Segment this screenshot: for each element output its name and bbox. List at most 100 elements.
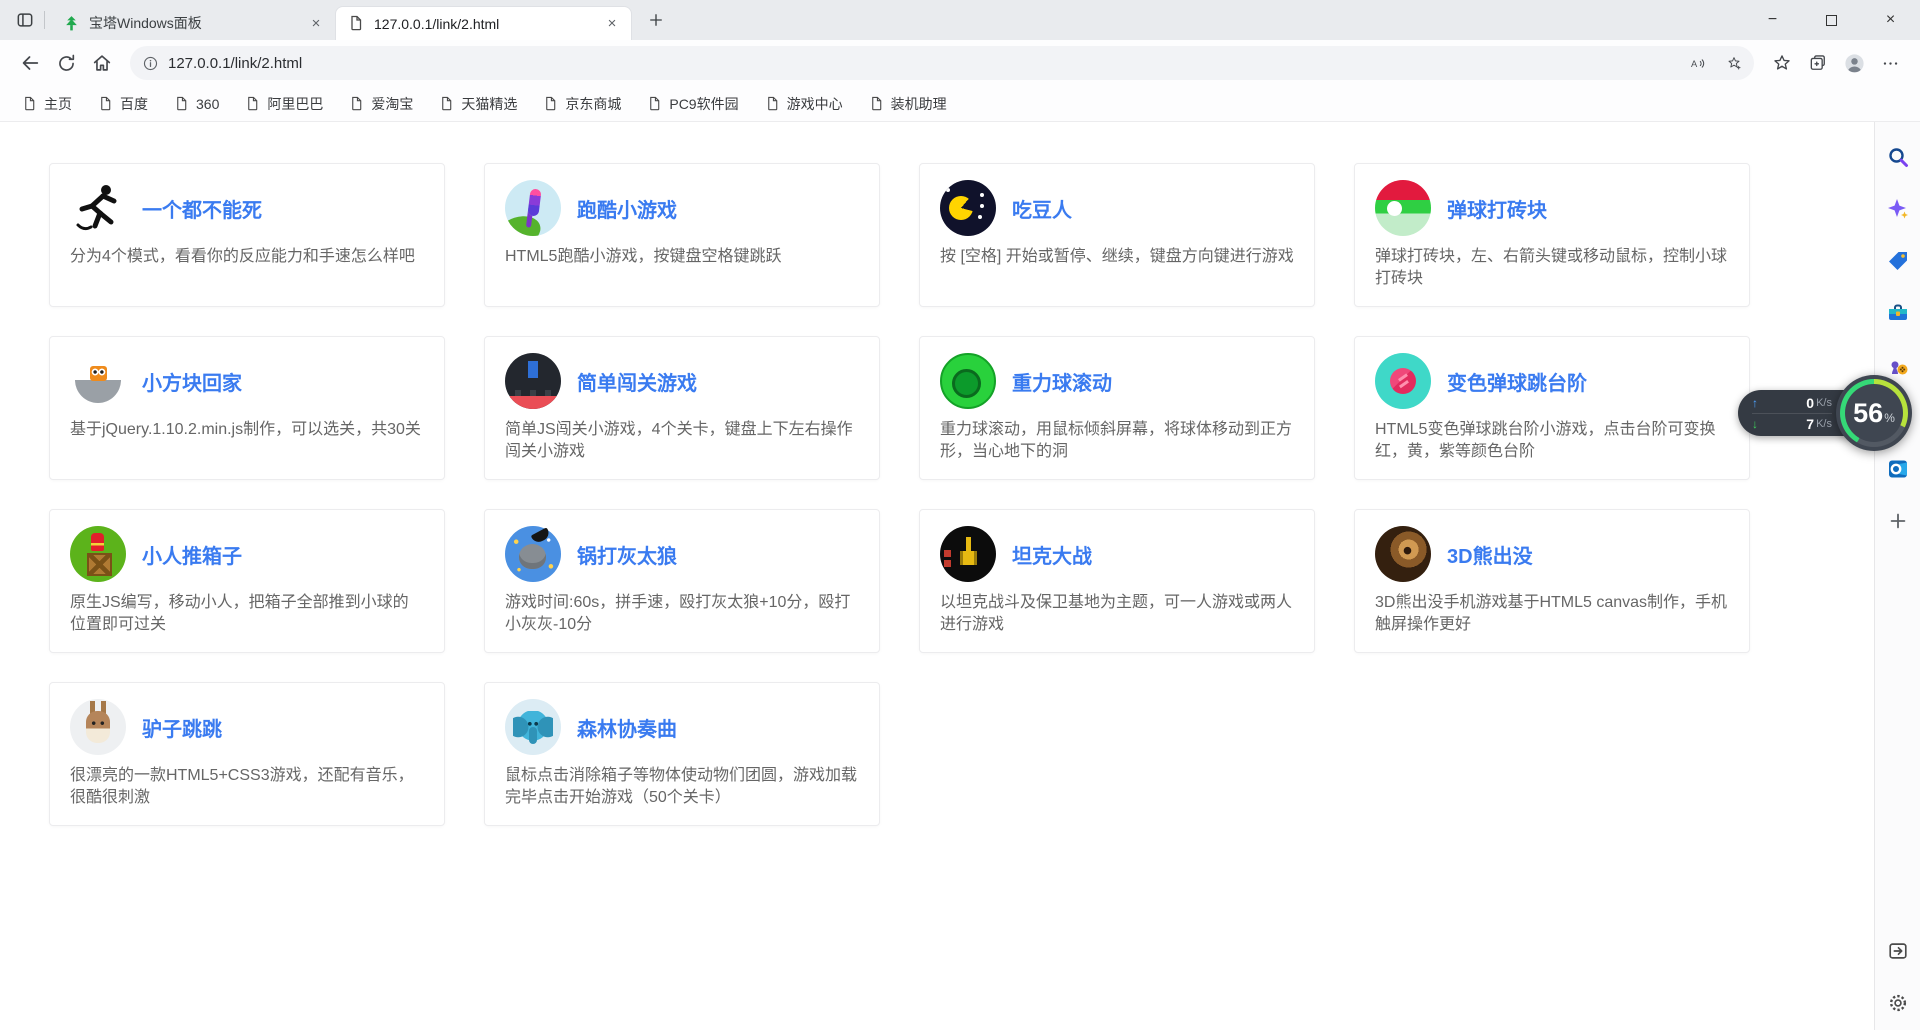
game-title-link[interactable]: 3D熊出没 bbox=[1447, 540, 1533, 569]
bookmark-label: 爱淘宝 bbox=[371, 94, 413, 114]
game-title-link[interactable]: 小人推箱子 bbox=[142, 540, 242, 569]
close-button[interactable]: × bbox=[1861, 0, 1920, 40]
game-description: HTML5跑酷小游戏，按键盘空格键跳跃 bbox=[505, 246, 859, 268]
game-description: 弹球打砖块，左、右箭头键或移动鼠标，控制小球打砖块 bbox=[1375, 246, 1729, 290]
sokoban-icon bbox=[70, 526, 126, 582]
block-home-icon bbox=[70, 353, 126, 409]
url-text[interactable]: 127.0.0.1/link/2.html bbox=[168, 55, 1674, 72]
sidebar-outlook-icon[interactable] bbox=[1885, 456, 1911, 482]
bookmark-item[interactable]: 主页 bbox=[14, 90, 80, 118]
bookmark-item[interactable]: 阿里巴巴 bbox=[237, 90, 331, 118]
download-value: 7 bbox=[1806, 416, 1814, 432]
maximize-icon bbox=[1826, 15, 1837, 26]
speed-monitor-widget[interactable]: ↑ 0 K/s ↓ 7 K/s 56 % bbox=[1738, 375, 1912, 451]
elephant-icon bbox=[505, 699, 561, 755]
game-title-link[interactable]: 吃豆人 bbox=[1012, 194, 1072, 223]
download-arrow-icon: ↓ bbox=[1752, 417, 1766, 431]
game-card: 3D熊出没 3D熊出没手机游戏基于HTML5 canvas制作，手机触屏操作更好 bbox=[1354, 509, 1750, 653]
bookmark-item[interactable]: 360 bbox=[166, 92, 227, 116]
profile-avatar[interactable] bbox=[1836, 45, 1872, 81]
bookmark-item[interactable]: 京东商城 bbox=[535, 90, 629, 118]
bookmark-item[interactable]: PC9软件园 bbox=[639, 90, 746, 118]
read-aloud-icon[interactable]: A bbox=[1683, 49, 1711, 77]
tab-close-icon[interactable]: × bbox=[307, 14, 325, 32]
level-game-icon bbox=[505, 353, 561, 409]
bookmark-label: 天猫精选 bbox=[461, 94, 517, 114]
home-button[interactable] bbox=[84, 45, 120, 81]
game-title-link[interactable]: 森林协奏曲 bbox=[577, 713, 677, 742]
bookmark-item[interactable]: 天猫精选 bbox=[431, 90, 525, 118]
tab-bt-panel[interactable]: 宝塔Windows面板 × bbox=[51, 6, 335, 40]
collections-icon[interactable] bbox=[1800, 45, 1836, 81]
game-title-link[interactable]: 跑酷小游戏 bbox=[577, 194, 677, 223]
minimize-button[interactable]: − bbox=[1743, 0, 1802, 40]
tab-title: 宝塔Windows面板 bbox=[89, 13, 298, 33]
upload-speed-row: ↑ 0 K/s bbox=[1752, 392, 1832, 413]
sidebar-toolbox-icon[interactable] bbox=[1885, 300, 1911, 326]
bookmark-label: 阿里巴巴 bbox=[267, 94, 323, 114]
upload-unit: K/s bbox=[1816, 397, 1832, 409]
wolf-icon bbox=[505, 526, 561, 582]
edge-sidebar bbox=[1874, 122, 1920, 1030]
bookmark-item[interactable]: 百度 bbox=[90, 90, 156, 118]
bookmark-label: PC9软件园 bbox=[669, 94, 738, 114]
bookmark-item[interactable]: 游戏中心 bbox=[757, 90, 851, 118]
upload-arrow-icon: ↑ bbox=[1752, 396, 1766, 410]
game-description: 重力球滚动，用鼠标倾斜屏幕，将球体移动到正方形，当心地下的洞 bbox=[940, 419, 1294, 463]
svg-text:A: A bbox=[1691, 58, 1698, 68]
game-card: 小人推箱子 原生JS编写，移动小人，把箱子全部推到小球的位置即可过关 bbox=[49, 509, 445, 653]
tab-link-page[interactable]: 127.0.0.1/link/2.html × bbox=[335, 6, 632, 40]
game-title-link[interactable]: 简单闯关游戏 bbox=[577, 367, 697, 396]
game-title-link[interactable]: 小方块回家 bbox=[142, 367, 242, 396]
window-controls: − × bbox=[1743, 0, 1920, 40]
add-favorite-star-icon[interactable] bbox=[1720, 49, 1748, 77]
bookmark-label: 游戏中心 bbox=[787, 94, 843, 114]
game-title-link[interactable]: 一个都不能死 bbox=[142, 194, 262, 223]
game-card: 跑酷小游戏 HTML5跑酷小游戏，按键盘空格键跳跃 bbox=[484, 163, 880, 307]
game-card: 吃豆人 按 [空格] 开始或暂停、继续，键盘方向键进行游戏 bbox=[919, 163, 1315, 307]
parkour-icon bbox=[505, 180, 561, 236]
game-title-link[interactable]: 坦克大战 bbox=[1012, 540, 1092, 569]
game-card: 简单闯关游戏 简单JS闯关小游戏，4个关卡，键盘上下左右操作闯关小游戏 bbox=[484, 336, 880, 480]
favorites-icon[interactable] bbox=[1764, 45, 1800, 81]
maximize-button[interactable] bbox=[1802, 0, 1861, 40]
bookmark-label: 京东商城 bbox=[565, 94, 621, 114]
sidebar-search-icon[interactable] bbox=[1885, 144, 1911, 170]
new-tab-button[interactable] bbox=[640, 4, 672, 36]
download-speed-row: ↓ 7 K/s bbox=[1752, 413, 1832, 434]
refresh-button[interactable] bbox=[48, 45, 84, 81]
sidebar-add-icon[interactable] bbox=[1885, 508, 1911, 534]
runner-icon bbox=[70, 180, 126, 236]
navigation-bar: 127.0.0.1/link/2.html A bbox=[0, 40, 1920, 86]
open-sidebar-panel-icon[interactable] bbox=[1885, 938, 1911, 964]
game-description: 以坦克战斗及保卫基地为主题，可一人游戏或两人进行游戏 bbox=[940, 592, 1294, 636]
page-content: 一个都不能死 分为4个模式，看看你的反应能力和手速怎么样吧 跑酷小游戏 HTML… bbox=[0, 122, 1920, 1030]
bookmark-label: 百度 bbox=[120, 94, 148, 114]
bear-3d-icon bbox=[1375, 526, 1431, 582]
sidebar-shopping-icon[interactable] bbox=[1885, 248, 1911, 274]
bt-panel-favicon bbox=[63, 15, 80, 32]
address-bar[interactable]: 127.0.0.1/link/2.html A bbox=[130, 46, 1754, 80]
upload-value: 0 bbox=[1806, 395, 1814, 411]
sidebar-copilot-icon[interactable] bbox=[1885, 196, 1911, 222]
percent-gauge-ball[interactable]: 56 % bbox=[1836, 375, 1912, 451]
game-title-link[interactable]: 驴子跳跳 bbox=[142, 713, 222, 742]
more-menu-icon[interactable] bbox=[1872, 45, 1908, 81]
game-title-link[interactable]: 锅打灰太狼 bbox=[577, 540, 677, 569]
game-title-link[interactable]: 弹球打砖块 bbox=[1447, 194, 1547, 223]
tab-actions-icon[interactable] bbox=[8, 3, 42, 37]
bookmark-item[interactable]: 爱淘宝 bbox=[341, 90, 421, 118]
brick-ball-icon bbox=[1375, 180, 1431, 236]
game-title-link[interactable]: 变色弹球跳台阶 bbox=[1447, 367, 1587, 396]
bookmark-item[interactable]: 装机助理 bbox=[861, 90, 955, 118]
game-card: 弹球打砖块 弹球打砖块，左、右箭头键或移动鼠标，控制小球打砖块 bbox=[1354, 163, 1750, 307]
site-info-icon[interactable] bbox=[142, 55, 159, 72]
tab-close-icon[interactable]: × bbox=[603, 15, 621, 33]
back-button[interactable] bbox=[12, 45, 48, 81]
game-description: 按 [空格] 开始或暂停、继续，键盘方向键进行游戏 bbox=[940, 246, 1294, 268]
settings-gear-icon[interactable] bbox=[1885, 990, 1911, 1016]
gravity-ball-icon bbox=[940, 353, 996, 409]
page-favicon bbox=[348, 15, 365, 32]
game-title-link[interactable]: 重力球滚动 bbox=[1012, 367, 1112, 396]
color-ball-icon bbox=[1375, 353, 1431, 409]
